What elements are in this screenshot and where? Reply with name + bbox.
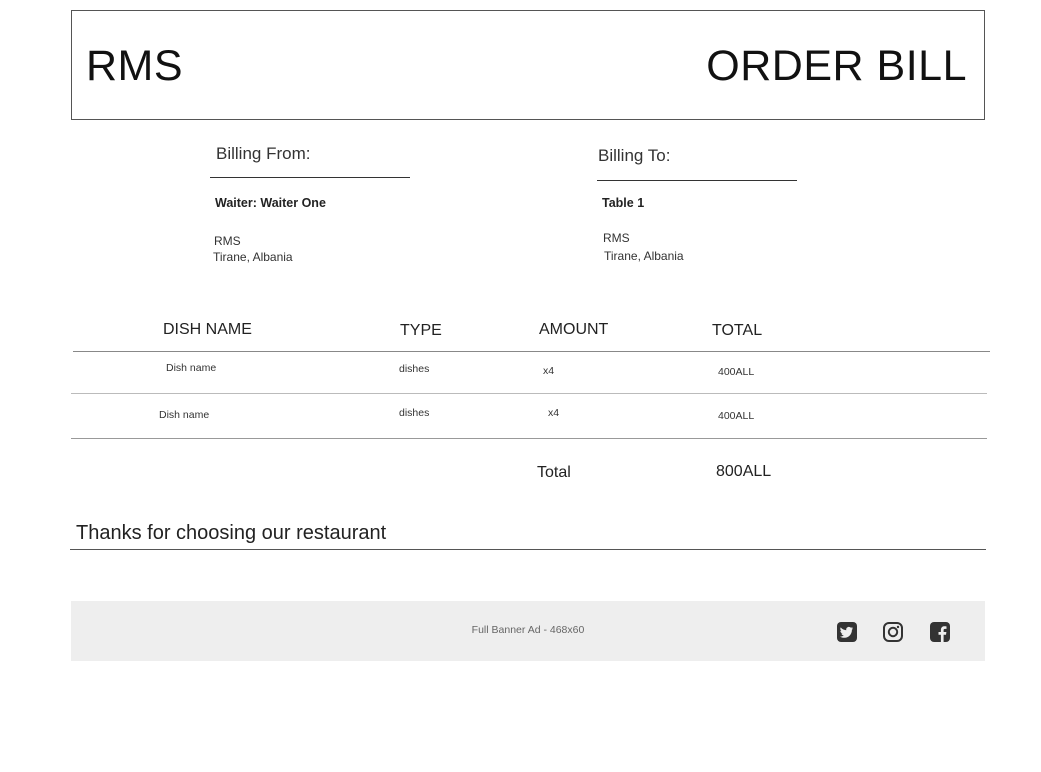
table-row: Dish name dishes x4 400ALL: [73, 352, 990, 393]
column-header-total: TOTAL: [712, 322, 763, 339]
column-header-amount: AMOUNT: [539, 321, 609, 338]
billing-to-company: RMS: [603, 231, 630, 245]
column-header-type: TYPE: [400, 322, 442, 339]
row-type: dishes: [399, 407, 430, 419]
page-title: ORDER BILL: [706, 42, 967, 90]
billing-from-company: RMS: [214, 234, 241, 248]
billing-to-heading: Billing To:: [598, 146, 671, 165]
row-dish-name: Dish name: [159, 409, 210, 421]
billing-to-address: Tirane, Albania: [604, 249, 684, 263]
row-dish-name: Dish name: [166, 362, 217, 374]
column-header-dish-name: DISH NAME: [163, 321, 252, 338]
total-value: 800ALL: [716, 463, 772, 480]
billing-from-heading: Billing From:: [216, 144, 311, 163]
total-label: Total: [537, 464, 571, 481]
row-type: dishes: [399, 363, 430, 375]
brand-name: RMS: [86, 42, 184, 90]
facebook-icon[interactable]: [929, 621, 951, 643]
table-number: Table 1: [602, 196, 645, 210]
thanks-divider: [70, 549, 986, 550]
table-row: Dish name dishes x4 400ALL: [71, 394, 987, 438]
billing-from-divider: [210, 177, 410, 178]
row-divider: [71, 438, 987, 439]
billing-from-address: Tirane, Albania: [213, 250, 293, 264]
billing-to-divider: [597, 180, 797, 181]
waiter-name: Waiter: Waiter One: [215, 196, 326, 210]
row-total: 400ALL: [718, 366, 755, 378]
twitter-icon[interactable]: [836, 621, 858, 643]
footer: Full Banner Ad - 468x60: [71, 601, 985, 661]
row-amount: x4: [548, 407, 560, 419]
row-total: 400ALL: [718, 410, 755, 422]
row-amount: x4: [543, 365, 555, 377]
instagram-icon[interactable]: [882, 621, 904, 643]
thanks-message: Thanks for choosing our restaurant: [76, 522, 387, 544]
